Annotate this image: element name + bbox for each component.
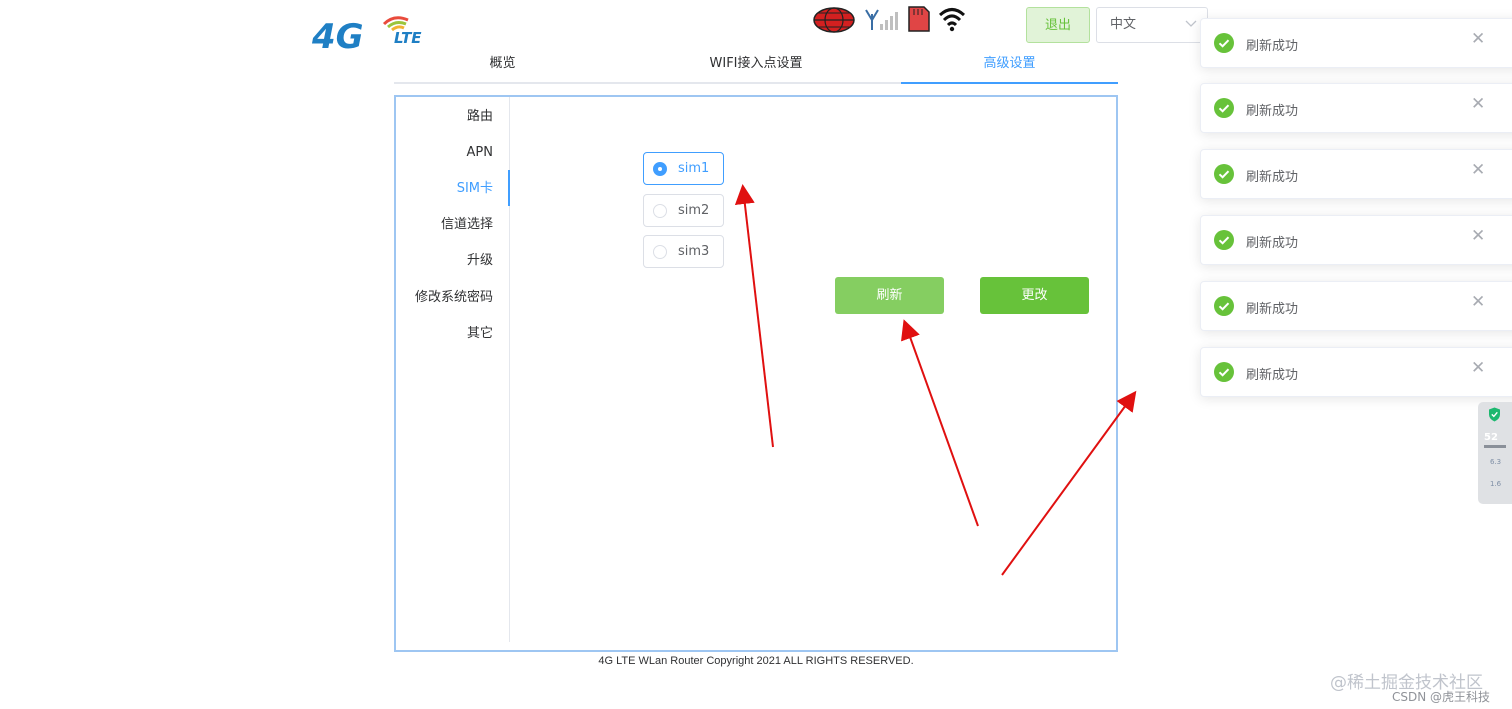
copyright-footer: 4G LTE WLan Router Copyright 2021 ALL RI… — [598, 655, 914, 667]
notification-text: 刷新成功 — [1246, 236, 1299, 251]
sim1-radio[interactable]: sim1 — [643, 152, 724, 185]
radio-checked-icon — [653, 162, 667, 176]
side-menu: 路由 APN SIM卡 信道选择 升级 修改系统密码 其它 — [396, 97, 510, 642]
globe-icon — [813, 7, 855, 33]
active-tab-indicator — [901, 82, 1118, 84]
sim3-radio[interactable]: sim3 — [643, 235, 724, 268]
change-button[interactable]: 更改 — [980, 277, 1089, 314]
menu-item-channel[interactable]: 信道选择 — [441, 215, 493, 235]
wifi-icon — [938, 8, 966, 32]
success-notification: 刷新成功 ✕ — [1200, 347, 1512, 397]
radio-unchecked-icon — [653, 245, 667, 259]
success-notification: 刷新成功 ✕ — [1200, 18, 1512, 68]
top-tabs: 概览 WIFI接入点设置 高级设置 — [394, 50, 1118, 84]
success-notification: 刷新成功 ✕ — [1200, 83, 1512, 133]
tab-advanced-settings[interactable]: 高级设置 — [901, 50, 1118, 80]
usage-bar — [1484, 445, 1506, 448]
tab-wifi-settings[interactable]: WIFI接入点设置 — [611, 50, 901, 80]
menu-item-upgrade[interactable]: 升级 — [467, 251, 493, 271]
notification-text: 刷新成功 — [1246, 39, 1299, 54]
sim-card-icon — [908, 6, 930, 32]
menu-item-password[interactable]: 修改系统密码 — [415, 288, 493, 308]
download-speed: 1.6 — [1490, 480, 1502, 488]
close-icon[interactable]: ✕ — [1471, 226, 1485, 246]
success-check-icon — [1214, 362, 1234, 382]
menu-item-route[interactable]: 路由 — [467, 107, 493, 127]
success-notification: 刷新成功 ✕ — [1200, 215, 1512, 265]
settings-panel: 路由 APN SIM卡 信道选择 升级 修改系统密码 其它 sim1 sim2 … — [394, 95, 1118, 652]
chevron-down-icon — [1185, 20, 1197, 27]
menu-item-sim-card[interactable]: SIM卡 — [457, 179, 493, 199]
radio-label: sim1 — [678, 161, 710, 176]
notification-text: 刷新成功 — [1246, 170, 1299, 185]
close-icon[interactable]: ✕ — [1471, 358, 1485, 378]
success-notification: 刷新成功 ✕ — [1200, 281, 1512, 331]
success-check-icon — [1214, 33, 1234, 53]
battery-percent: 52 — [1484, 432, 1498, 443]
success-check-icon — [1214, 98, 1234, 118]
menu-item-apn[interactable]: APN — [467, 143, 493, 163]
notification-text: 刷新成功 — [1246, 302, 1299, 317]
sim2-radio[interactable]: sim2 — [643, 194, 724, 227]
logout-button[interactable]: 退出 — [1026, 7, 1090, 43]
close-icon[interactable]: ✕ — [1471, 94, 1485, 114]
success-check-icon — [1214, 164, 1234, 184]
brand-logo: 4G LTE — [312, 16, 422, 52]
shield-icon — [1489, 407, 1500, 422]
menu-item-other[interactable]: 其它 — [467, 324, 493, 344]
tab-overview[interactable]: 概览 — [394, 50, 611, 80]
watermark-csdn: CSDN @虎王科技 — [1392, 690, 1491, 704]
radio-label: sim3 — [678, 244, 710, 259]
upload-speed: 6.3 — [1490, 458, 1502, 466]
notification-text: 刷新成功 — [1246, 104, 1299, 119]
refresh-button[interactable]: 刷新 — [835, 277, 944, 314]
success-check-icon — [1214, 296, 1234, 316]
active-menu-indicator — [508, 170, 510, 206]
svg-text:LTE: LTE — [394, 29, 422, 47]
notification-text: 刷新成功 — [1246, 368, 1299, 383]
system-monitor-widget[interactable]: 52 6.3 1.6 — [1478, 402, 1512, 504]
success-notification: 刷新成功 ✕ — [1200, 149, 1512, 199]
language-value: 中文 — [1110, 17, 1137, 32]
success-check-icon — [1214, 230, 1234, 250]
radio-unchecked-icon — [653, 204, 667, 218]
svg-text:4G: 4G — [312, 17, 364, 52]
close-icon[interactable]: ✕ — [1471, 29, 1485, 49]
radio-label: sim2 — [678, 203, 710, 218]
signal-icon — [865, 9, 898, 30]
close-icon[interactable]: ✕ — [1471, 292, 1485, 312]
close-icon[interactable]: ✕ — [1471, 160, 1485, 180]
language-select[interactable]: 中文 — [1096, 7, 1208, 43]
